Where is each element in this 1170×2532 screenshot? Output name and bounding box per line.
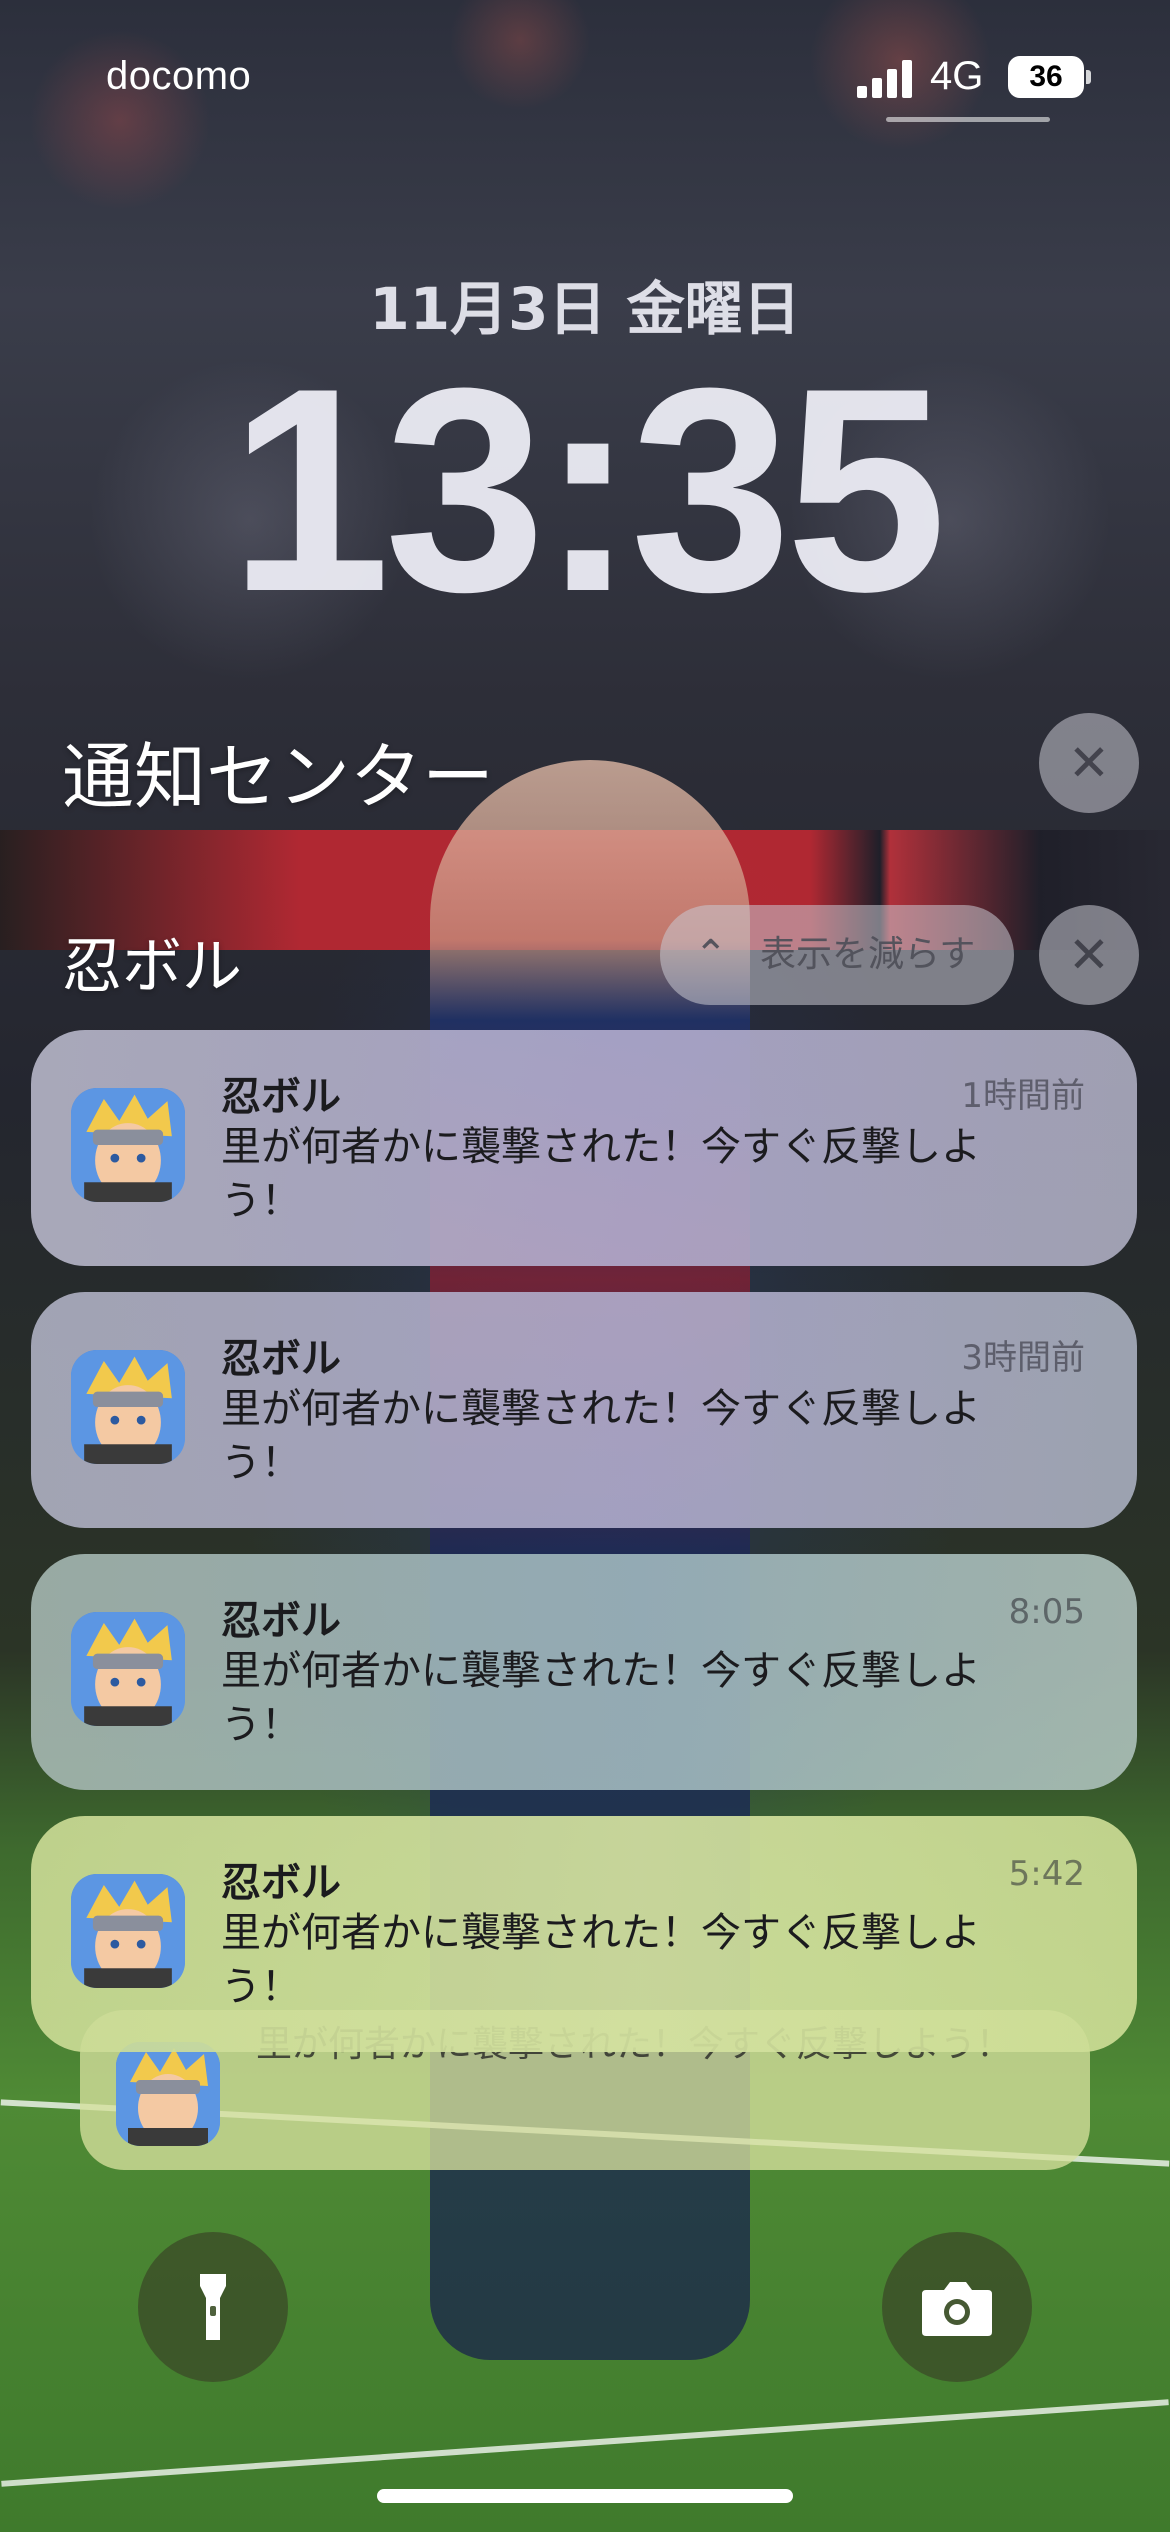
notification-time: 3時間前 [961, 1338, 1085, 1378]
status-indicator-bar [886, 117, 1050, 122]
cellular-signal-icon [857, 58, 913, 98]
clear-group-button[interactable]: ✕ [1039, 905, 1139, 1005]
ninja-face-icon [71, 1350, 185, 1464]
app-icon [71, 1874, 185, 1988]
notification-card[interactable]: 忍ボル 3時間前 里が何者かに襲撃された！今すぐ反撃しよう！ [31, 1292, 1137, 1528]
app-icon [71, 1612, 185, 1726]
ninja-face-icon [71, 1612, 185, 1726]
notification-time: 5:42 [1008, 1854, 1085, 1894]
notification-card[interactable]: 忍ボル 1時間前 里が何者かに襲撃された！今すぐ反撃しよう！ [31, 1030, 1137, 1266]
notification-body: 里が何者かに襲撃された！今すぐ反撃しよう！ [221, 1386, 981, 1486]
chevron-up-icon: ⌃ [694, 932, 728, 978]
notification-app-name: 忍ボル [221, 1074, 341, 1120]
notification-app-name: 忍ボル [221, 1860, 341, 1906]
home-indicator[interactable] [377, 2489, 793, 2503]
notification-app-name: 忍ボル [221, 1598, 341, 1644]
app-icon [71, 1088, 185, 1202]
close-icon: ✕ [1068, 734, 1110, 792]
show-less-button[interactable]: ⌃ 表示を減らす [660, 905, 1014, 1005]
clear-all-button[interactable]: ✕ [1039, 713, 1139, 813]
notification-card[interactable]: 忍ボル 5:42 里が何者かに襲撃された！今すぐ反撃しよう！ [31, 1816, 1137, 2052]
camera-icon [922, 2282, 992, 2336]
ninja-face-icon [71, 1088, 185, 1202]
notification-time: 1時間前 [961, 1076, 1085, 1116]
lock-time: 13:35 [229, 328, 947, 652]
notification-app-name: 忍ボル [221, 1336, 341, 1382]
camera-button[interactable] [882, 2232, 1032, 2382]
status-bar: docomo 4G 36 [0, 0, 1170, 140]
notification-body: 里が何者かに襲撃された！今すぐ反撃しよう！ [221, 1124, 981, 1224]
app-icon [116, 2042, 220, 2146]
notification-center-title: 通知センター [62, 735, 495, 819]
app-icon [71, 1350, 185, 1464]
ninja-face-icon [116, 2042, 220, 2146]
carrier-name: docomo [106, 54, 252, 98]
notification-card[interactable]: 忍ボル 8:05 里が何者かに襲撃された！今すぐ反撃しよう！ [31, 1554, 1137, 1790]
notification-body: 里が何者かに襲撃された！今すぐ反撃しよう！ [221, 1648, 981, 1748]
group-app-name: 忍ボル [62, 932, 242, 1002]
close-icon: ✕ [1068, 926, 1110, 984]
notification-body: 里が何者かに襲撃された！今すぐ反撃しよう！ [221, 1910, 981, 2010]
network-type: 4G [930, 54, 984, 98]
battery-icon [1086, 70, 1091, 84]
ninja-face-icon [71, 1874, 185, 1988]
notification-time: 8:05 [1008, 1592, 1085, 1632]
flashlight-icon [200, 2274, 226, 2340]
show-less-label: 表示を減らす [760, 934, 976, 975]
battery-level: 36 [1008, 56, 1084, 98]
flashlight-button[interactable] [138, 2232, 288, 2382]
